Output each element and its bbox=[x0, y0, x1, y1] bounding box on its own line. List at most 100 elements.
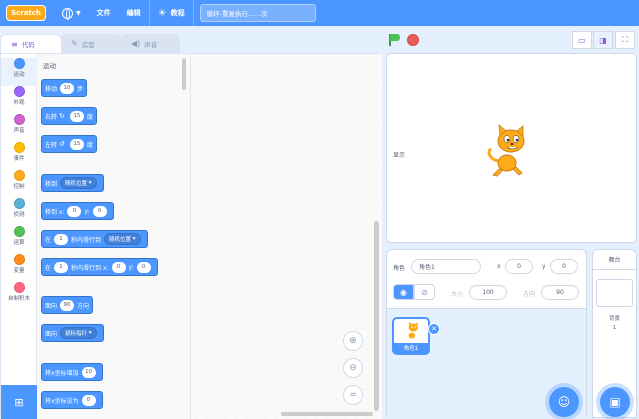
y-input[interactable]: 0 bbox=[92, 205, 107, 217]
tab-code[interactable]: ≡ 代码 bbox=[0, 34, 62, 53]
editor-tabs: ◀) 声音 ✎ 造型 ≡ 代码 bbox=[0, 31, 190, 53]
category-label: 声音 bbox=[13, 128, 25, 134]
tutorials-menu[interactable]: ☀ 教程 bbox=[150, 0, 193, 26]
block-point-direction[interactable]: 面向 90 方向 bbox=[41, 296, 94, 314]
flag-cloth bbox=[390, 34, 400, 41]
stage-thumbnail[interactable] bbox=[596, 279, 633, 307]
workspace-scrollbar-horizontal[interactable] bbox=[281, 412, 373, 416]
add-sprite-button[interactable]: ☺ bbox=[549, 387, 579, 417]
image-add-icon: ▣ bbox=[609, 395, 621, 409]
glide-target-dropdown[interactable]: 随机位置 ▾ bbox=[104, 233, 141, 245]
sprite-thumbnail[interactable]: 角色1 ✕ bbox=[392, 317, 440, 355]
block-glide-xy[interactable]: 在 1 秒内滑行到 x: 0 y: 0 bbox=[41, 258, 158, 276]
block-move-steps[interactable]: 移动 10 步 bbox=[41, 79, 88, 97]
block-text: 移到 bbox=[45, 180, 58, 188]
block-goto-xy[interactable]: 移到 x: 0 y: 0 bbox=[41, 202, 114, 220]
sprite-name-input[interactable]: 角色1 bbox=[411, 259, 481, 274]
change-x-input[interactable]: 10 bbox=[81, 366, 96, 378]
block-text: 在 bbox=[45, 264, 52, 272]
fullscreen-button[interactable]: ⛶ bbox=[615, 31, 635, 49]
trash-icon: ✕ bbox=[431, 325, 437, 333]
block-text: 度 bbox=[86, 113, 93, 121]
direction-label: 方向 bbox=[523, 291, 536, 298]
backdrops-count: 1 bbox=[612, 325, 617, 331]
category-operators[interactable]: 运算 bbox=[1, 226, 37, 254]
code-icon: ≡ bbox=[11, 39, 18, 49]
category-looks[interactable]: 外观 bbox=[1, 86, 37, 114]
x-input[interactable]: 0 bbox=[111, 261, 126, 273]
category-my-blocks[interactable]: 自制积木 bbox=[1, 282, 37, 310]
block-text: 左转 bbox=[45, 141, 58, 149]
project-title-input[interactable]: 循环-重复执行……次 bbox=[199, 4, 316, 22]
sound-dot-icon bbox=[13, 114, 25, 125]
tab-label: 声音 bbox=[144, 40, 158, 49]
tutorials-label: 教程 bbox=[170, 9, 185, 17]
category-motion[interactable]: 运动 bbox=[1, 58, 37, 86]
x-input[interactable]: 0 bbox=[67, 205, 82, 217]
edit-menu[interactable]: 编辑 bbox=[119, 0, 149, 26]
motion-dot-icon bbox=[13, 58, 25, 69]
y-position-input[interactable]: 0 bbox=[550, 259, 578, 274]
direction-input[interactable]: 90 bbox=[541, 285, 579, 300]
add-extension-button[interactable]: ⊞ bbox=[1, 385, 37, 419]
tab-label: 代码 bbox=[21, 41, 35, 49]
zoom-reset-button[interactable]: = bbox=[343, 385, 363, 405]
add-backdrop-button[interactable]: ▣ bbox=[600, 387, 630, 417]
events-dot-icon bbox=[13, 142, 25, 153]
seconds-input[interactable]: 1 bbox=[54, 261, 69, 273]
block-text: 面向 bbox=[45, 302, 58, 310]
zoom-in-button[interactable]: ⊕ bbox=[343, 331, 363, 351]
size-input[interactable]: 100 bbox=[469, 285, 507, 300]
zoom-out-button[interactable]: ⊖ bbox=[343, 358, 363, 378]
file-menu[interactable]: 文件 bbox=[89, 0, 119, 26]
x-position-input[interactable]: 0 bbox=[505, 259, 533, 274]
steps-input[interactable]: 10 bbox=[60, 82, 75, 94]
direction-input[interactable]: 90 bbox=[60, 299, 75, 311]
degrees-input[interactable]: 15 bbox=[69, 138, 84, 150]
tab-costumes[interactable]: ✎ 造型 bbox=[60, 34, 122, 53]
block-change-x[interactable]: 将x坐标增加 10 bbox=[41, 363, 103, 381]
category-control[interactable]: 控制 bbox=[1, 170, 37, 198]
script-workspace[interactable]: ⊕ ⊖ = bbox=[191, 54, 382, 419]
towards-target-dropdown[interactable]: 鼠标指针 ▾ bbox=[60, 327, 97, 339]
workspace-scrollbar-vertical[interactable] bbox=[374, 221, 379, 411]
scratch-logo[interactable]: Scratch bbox=[6, 5, 46, 21]
block-text: 度 bbox=[86, 141, 93, 149]
code-editor: 运动 外观 声音 事件 控制 侦测 运算 变量 自制积木 ⊞ 运动 移动 10 … bbox=[0, 53, 382, 419]
hide-sprite-button[interactable]: ⊘ bbox=[414, 284, 435, 300]
language-menu[interactable]: ▼ bbox=[54, 0, 89, 26]
palette-scrollbar[interactable] bbox=[182, 58, 186, 90]
tab-sounds[interactable]: ◀) 声音 bbox=[120, 34, 180, 53]
globe-icon bbox=[62, 7, 73, 20]
delete-sprite-button[interactable]: ✕ bbox=[428, 323, 440, 335]
set-x-input[interactable]: 0 bbox=[81, 394, 96, 406]
category-label: 外观 bbox=[13, 100, 25, 106]
y-input[interactable]: 0 bbox=[136, 261, 151, 273]
cat-sprite[interactable] bbox=[485, 123, 530, 178]
y-label: y bbox=[542, 263, 546, 270]
degrees-input[interactable]: 15 bbox=[69, 110, 84, 122]
category-sound[interactable]: 声音 bbox=[1, 114, 37, 142]
stop-button[interactable] bbox=[407, 34, 419, 46]
block-goto[interactable]: 移到 随机位置 ▾ bbox=[41, 174, 104, 192]
show-sprite-button[interactable]: ◉ bbox=[393, 284, 414, 300]
goto-target-dropdown[interactable]: 随机位置 ▾ bbox=[60, 177, 97, 189]
block-turn-left[interactable]: 左转 ↺ 15 度 bbox=[41, 135, 97, 153]
category-events[interactable]: 事件 bbox=[1, 142, 37, 170]
block-turn-right[interactable]: 右转 ↻ 15 度 bbox=[41, 107, 97, 125]
category-label: 变量 bbox=[13, 268, 25, 274]
small-stage-button[interactable]: ▭ bbox=[572, 31, 592, 49]
stage-title: 舞台 bbox=[593, 250, 636, 270]
category-sensing[interactable]: 侦测 bbox=[1, 198, 37, 226]
cat-add-icon: ☺ bbox=[557, 395, 571, 409]
block-glide-to[interactable]: 在 1 秒内滑行到 随机位置 ▾ bbox=[41, 230, 148, 248]
normal-stage-button[interactable]: ◨ bbox=[593, 31, 613, 49]
block-set-x[interactable]: 将x坐标设为 0 bbox=[41, 391, 103, 409]
block-point-towards[interactable]: 面向 鼠标指针 ▾ bbox=[41, 324, 104, 342]
green-flag-button[interactable] bbox=[389, 34, 400, 46]
category-variables[interactable]: 变量 bbox=[1, 254, 37, 282]
stage-selector-pane[interactable]: 舞台 背景 1 ▣ bbox=[592, 249, 637, 418]
seconds-input[interactable]: 1 bbox=[54, 233, 69, 245]
my-blocks-dot-icon bbox=[13, 282, 25, 293]
category-label: 运算 bbox=[13, 240, 25, 246]
